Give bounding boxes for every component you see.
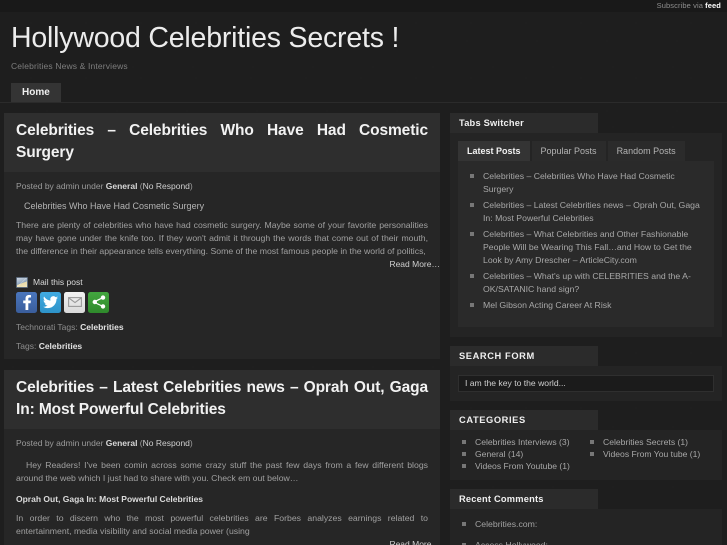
post-meta-prefix: Posted by admin under: [16, 180, 106, 191]
mail-this-post[interactable]: Mail this post: [16, 276, 428, 288]
post-meta-category[interactable]: General: [106, 438, 138, 448]
post-article: Celebrities – Latest Celebrities news – …: [4, 369, 440, 545]
list-item[interactable]: Celebrities – What Celebrities and Other…: [466, 228, 706, 267]
post-meta-close: ): [189, 180, 193, 191]
tabs-list: Latest Posts Popular Posts Random Posts: [450, 133, 722, 161]
post-title[interactable]: Celebrities – Latest Celebrities news – …: [4, 369, 440, 429]
main-content: Celebrities – Celebrities Who Have Had C…: [4, 112, 440, 545]
list-item[interactable]: General (14): [458, 448, 586, 460]
widget-search-form: SEARCH FORM: [450, 345, 722, 401]
post-title[interactable]: Celebrities – Celebrities Who Have Had C…: [4, 112, 440, 172]
search-box[interactable]: [458, 374, 714, 392]
tags-label: Tags:: [16, 340, 39, 351]
subscribe-feed-link[interactable]: feed: [705, 1, 721, 10]
read-more-link[interactable]: Read More…: [4, 259, 440, 269]
post-excerpt: There are plenty of celebrities who have…: [16, 219, 428, 256]
tab-panel-latest-posts: Celebrities – Celebrities Who Have Had C…: [458, 160, 714, 327]
subscribe-prefix-label: Subscribe via: [656, 1, 706, 10]
sidebar: Tabs Switcher Latest Posts Popular Posts…: [450, 112, 722, 545]
list-item[interactable]: Celebrities Interviews (3): [458, 436, 586, 448]
widget-categories: CATEGORIES Celebrities Interviews (3) Ge…: [450, 409, 722, 480]
main-navigation: Home: [0, 82, 727, 103]
widget-title-categories: CATEGORIES: [450, 409, 598, 430]
list-item[interactable]: Videos From You tube (1): [586, 448, 714, 460]
generic-share-icon[interactable]: [88, 291, 109, 313]
page-body: Celebrities – Celebrities Who Have Had C…: [0, 103, 727, 545]
tags-row: Tags: Celebrities: [4, 332, 440, 351]
read-more-link[interactable]: Read More…: [4, 539, 440, 545]
categories-column-left: Celebrities Interviews (3) General (14) …: [458, 436, 586, 472]
widget-title-search-form: SEARCH FORM: [450, 345, 598, 366]
list-item[interactable]: Mel Gibson Acting Career At Risk: [466, 299, 706, 312]
list-item[interactable]: Videos From Youtube (1): [458, 460, 586, 472]
tab-latest-posts[interactable]: Latest Posts: [458, 140, 530, 161]
post-meta-category[interactable]: General: [106, 181, 138, 191]
tab-popular-posts[interactable]: Popular Posts: [531, 140, 606, 161]
post-excerpt: In order to discern who the most powerfu…: [16, 512, 428, 536]
post-meta-prefix: Posted by admin under: [16, 437, 106, 448]
post-meta: Posted by admin under General (No Respon…: [4, 172, 440, 191]
site-title[interactable]: Hollywood Celebrities Secrets !: [11, 23, 727, 54]
widget-recent-comments: Recent Comments Celebrities.com: Access …: [450, 488, 722, 545]
technorati-tag-value[interactable]: Celebrities: [80, 322, 123, 332]
post-meta-responses[interactable]: No Respond: [143, 438, 190, 448]
recent-comments-body: Celebrities.com: Access Hollywood: Perez…: [450, 508, 722, 545]
list-item[interactable]: Celebrities – Celebrities Who Have Had C…: [466, 170, 706, 196]
technorati-tags-label: Technorati Tags:: [16, 321, 81, 332]
top-bar: Subscribe via feed: [0, 0, 727, 12]
list-item[interactable]: Celebrities.com:: [458, 518, 714, 531]
list-item[interactable]: Celebrities – What's up with CELEBRITIES…: [466, 270, 706, 296]
post-meta: Posted by admin under General (No Respon…: [4, 429, 440, 448]
share-row: Mail this post: [4, 269, 440, 313]
post-article: Celebrities – Celebrities Who Have Had C…: [4, 112, 440, 359]
post-meta-responses[interactable]: No Respond: [143, 181, 190, 191]
twitter-share-icon[interactable]: [40, 291, 61, 313]
facebook-share-icon[interactable]: [16, 291, 37, 313]
list-item[interactable]: Celebrities – Latest Celebrities news – …: [466, 199, 706, 225]
technorati-tags-row: Technorati Tags: Celebrities: [4, 313, 440, 332]
search-input[interactable]: [465, 378, 713, 389]
post-meta-close: ): [189, 437, 193, 448]
list-item[interactable]: Access Hollywood:: [458, 539, 714, 545]
mail-this-post-label: Mail this post: [33, 277, 83, 288]
nav-item-home[interactable]: Home: [11, 82, 61, 102]
list-item[interactable]: Celebrities Secrets (1): [586, 436, 714, 448]
post-subheading: Celebrities Who Have Had Cosmetic Surger…: [24, 200, 205, 211]
site-tagline: Celebrities News & Interviews: [11, 60, 128, 71]
tag-value[interactable]: Celebrities: [39, 341, 82, 351]
post-subheading-bold: Oprah Out, Gaga In: Most Powerful Celebr…: [16, 493, 204, 504]
subscribe-area: Subscribe via feed: [657, 1, 721, 10]
widget-tabs-switcher: Tabs Switcher Latest Posts Popular Posts…: [450, 112, 722, 337]
categories-body: Celebrities Interviews (3) General (14) …: [450, 429, 722, 480]
latest-posts-list: Celebrities – Celebrities Who Have Had C…: [466, 170, 706, 312]
recent-comments-list: Celebrities.com: Access Hollywood: Perez…: [458, 518, 714, 545]
social-share-icons: [16, 291, 428, 313]
widget-title-recent-comments: Recent Comments: [450, 488, 598, 509]
email-share-icon[interactable]: [64, 291, 85, 313]
post-intro: Hey Readers! I've been comin across some…: [16, 459, 428, 483]
site-header: Hollywood Celebrities Secrets ! Celebrit…: [0, 12, 727, 71]
categories-column-right: Celebrities Secrets (1) Videos From You …: [586, 436, 714, 472]
tab-random-posts[interactable]: Random Posts: [607, 140, 685, 161]
mail-icon: [16, 276, 28, 288]
widget-title-tabs-switcher: Tabs Switcher: [450, 112, 598, 133]
